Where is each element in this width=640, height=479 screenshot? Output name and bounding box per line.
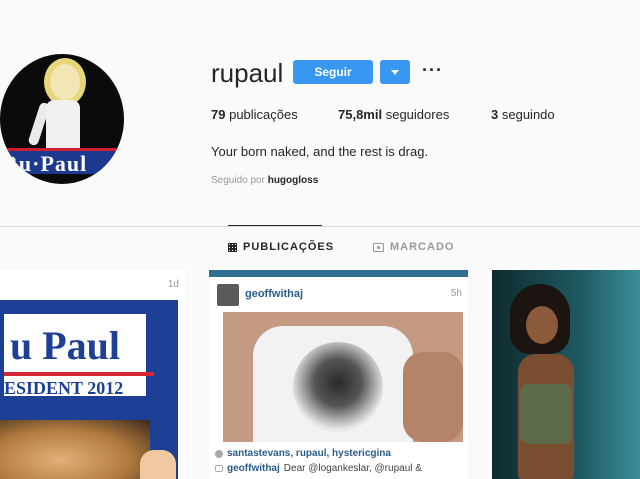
followed-by-prefix: Seguido por: [211, 175, 265, 186]
post-1-face: [0, 420, 150, 479]
avatar-banner-text: Ru·Paul: [2, 151, 88, 176]
tab-marcado-label: MARCADO: [390, 241, 455, 253]
follow-button[interactable]: Seguir: [293, 60, 373, 84]
profile-bio: Your born naked, and the rest is drag.: [211, 144, 429, 159]
post-1-sign-stripe: [4, 372, 154, 376]
post-2-photo: [223, 312, 463, 442]
suggestions-dropdown-button[interactable]: [380, 60, 410, 84]
post-thumbnail-2[interactable]: geoffwithaj 5h santastevans, rupaul, hys…: [209, 270, 468, 479]
post-2-user-avatar: [217, 284, 239, 306]
followers-count: 75,8mil: [338, 107, 383, 122]
posts-count: 79: [211, 107, 226, 122]
followed-by: Seguido por hugogloss: [211, 175, 318, 186]
post-2-likes-text: santastevans, rupaul, hystericgina: [227, 448, 391, 459]
profile-username: rupaul: [211, 58, 284, 88]
grid-icon: [228, 242, 237, 252]
post-2-header: geoffwithaj 5h: [209, 280, 468, 310]
followers-label: seguidores: [385, 107, 450, 122]
more-options-button[interactable]: ···: [422, 60, 443, 81]
tab-marcado[interactable]: MARCADO: [373, 241, 454, 253]
post-1-time: 1d: [167, 279, 179, 290]
tab-publicacoes[interactable]: PUBLICAÇÕES: [228, 241, 334, 253]
post-3-top: [520, 384, 572, 444]
avatar-banner: Ru·Paul: [0, 148, 124, 176]
post-2-arm: [403, 352, 463, 442]
tabs-divider: [0, 226, 640, 227]
following-label: seguindo: [501, 107, 555, 122]
post-2-comment: geoffwithaj Dear @logankeslar, @rupaul &: [215, 463, 422, 474]
post-2-comment-text: Dear @logankeslar, @rupaul &: [283, 463, 422, 474]
post-2-comment-user: geoffwithaj: [227, 463, 280, 474]
post-thumbnail-3[interactable]: [492, 270, 640, 479]
posts-label: publicações: [229, 107, 298, 122]
tab-publicacoes-label: PUBLICAÇÕES: [243, 241, 335, 253]
post-2-likes: santastevans, rupaul, hystericgina: [215, 448, 391, 459]
post-1-sign-line2: ESIDENT 2012: [4, 378, 124, 398]
post-3-person: [504, 284, 574, 479]
stat-following[interactable]: 3 seguindo: [491, 107, 555, 122]
followed-by-user[interactable]: hugogloss: [268, 175, 319, 186]
post-2-username: geoffwithaj: [245, 288, 304, 300]
stat-posts: 79 publicações: [211, 107, 298, 122]
stat-followers[interactable]: 75,8mil seguidores: [338, 107, 449, 122]
post-1-sign-name: u Paul: [10, 323, 121, 368]
comment-icon: [215, 465, 223, 472]
heart-icon: [215, 449, 223, 458]
active-tab-indicator: [228, 225, 322, 226]
following-count: 3: [491, 107, 499, 122]
post-2-topbar: [209, 270, 468, 277]
profile-avatar[interactable]: Ru·Paul: [0, 54, 124, 184]
post-2-shirt-print: [293, 342, 383, 432]
chevron-down-icon: [391, 69, 399, 75]
post-2-time: 5h: [450, 288, 462, 299]
avatar-figure-head: [50, 64, 80, 100]
tag-icon: [373, 242, 384, 252]
post-3-face: [526, 306, 558, 344]
post-1-image: u Paul ESIDENT 2012: [0, 300, 178, 479]
post-1-sign: u Paul ESIDENT 2012: [0, 310, 154, 400]
post-thumbnail-1[interactable]: 1d u Paul ESIDENT 2012: [0, 270, 185, 479]
post-1-hand: [140, 450, 176, 479]
